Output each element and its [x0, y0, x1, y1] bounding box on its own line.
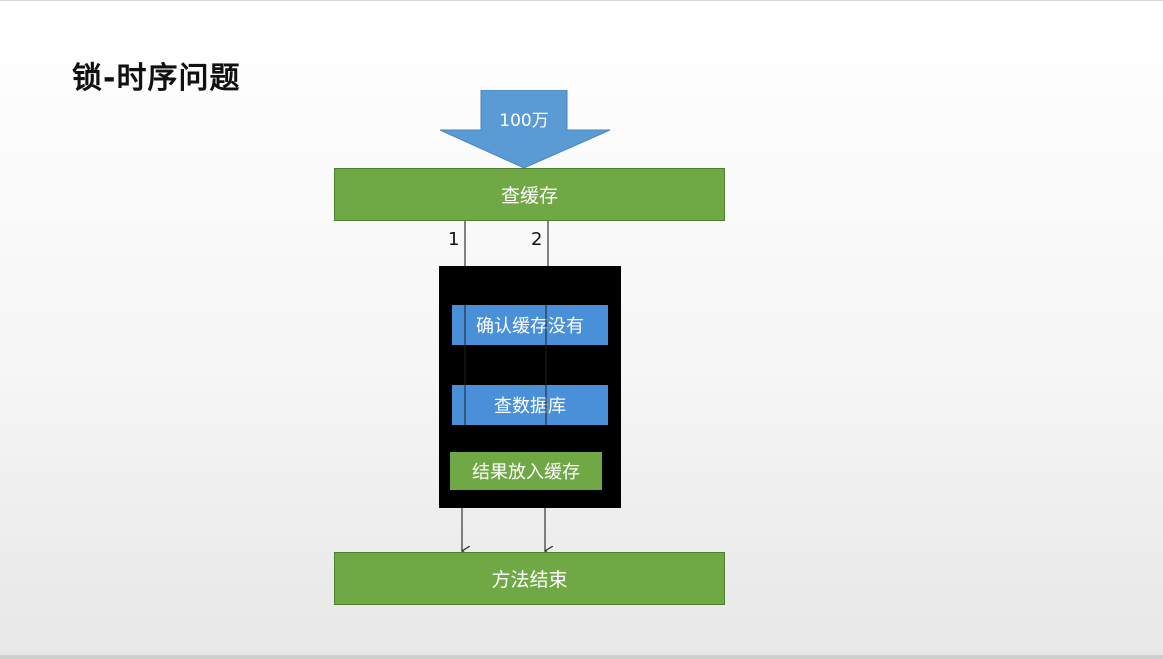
query-cache-box: 查缓存: [334, 168, 725, 221]
put-result-in-cache-step: 结果放入缓存: [450, 452, 602, 490]
slide: 锁-时序问题 100万 查缓存 1 2 确认缓存没有 查数据库 结果放入缓存 方…: [0, 0, 1163, 659]
slide-bottom-border: [0, 655, 1163, 659]
input-arrow-label: 100万: [499, 111, 549, 131]
thread-label-2: 2: [531, 229, 543, 250]
slide-title: 锁-时序问题: [72, 61, 241, 96]
confirm-cache-missing-step: 确认缓存没有: [452, 305, 608, 345]
query-database-step: 查数据库: [452, 385, 608, 425]
thread-label-1: 1: [448, 229, 460, 250]
method-end-box: 方法结束: [334, 552, 725, 605]
